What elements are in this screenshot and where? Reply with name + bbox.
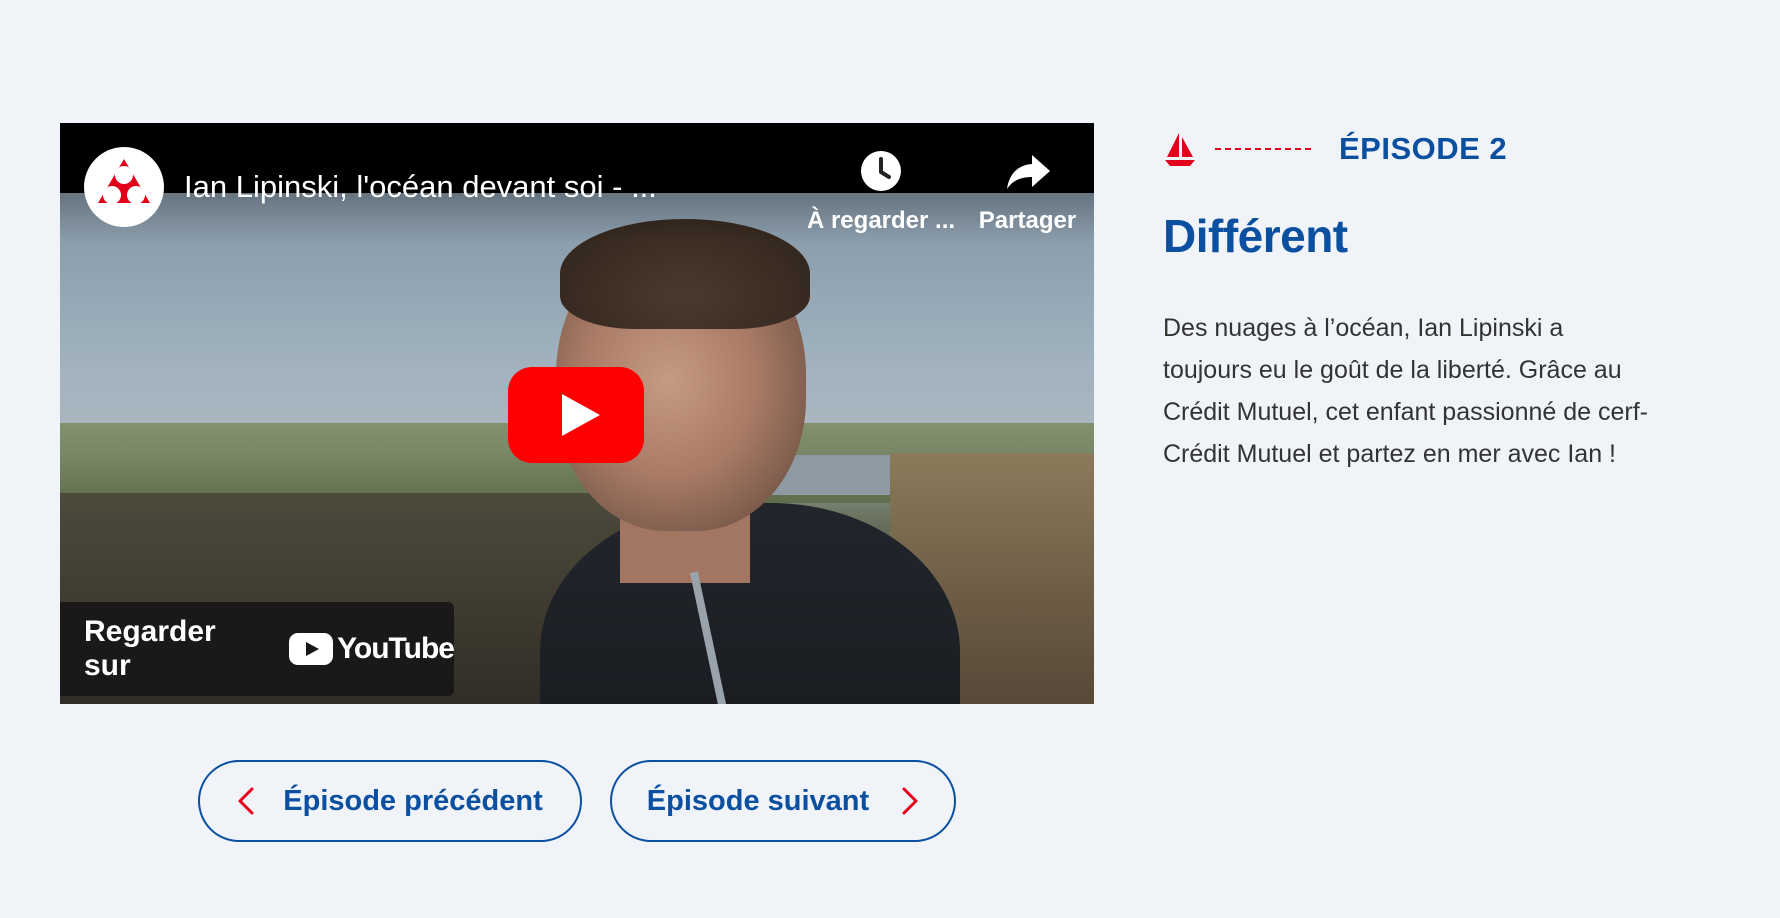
video-player[interactable]: Ian Lipinski, l'océan devant soi - ... À… bbox=[60, 123, 1094, 704]
episode-info-panel: ÉPISODE 2 Différent Des nuages à l’océan… bbox=[1163, 123, 1723, 475]
channel-avatar[interactable] bbox=[84, 147, 164, 227]
previous-episode-button[interactable]: Épisode précédent bbox=[198, 760, 582, 842]
next-episode-button[interactable]: Épisode suivant bbox=[610, 760, 956, 842]
next-episode-label: Épisode suivant bbox=[646, 784, 870, 817]
share-button[interactable]: Partager bbox=[970, 147, 1085, 235]
episode-description: Des nuages à l’océan, Ian Lipinski a tou… bbox=[1163, 307, 1723, 475]
youtube-logo: YouTube bbox=[289, 632, 455, 666]
description-line: Crédit Mutuel et partez en mer avec Ian … bbox=[1163, 440, 1616, 468]
chevron-right-icon bbox=[902, 787, 918, 815]
description-line: toujours eu le goût de la liberté. Grâce… bbox=[1163, 356, 1622, 384]
watch-on-youtube-button[interactable]: Regarder sur YouTube bbox=[60, 602, 455, 696]
video-title[interactable]: Ian Lipinski, l'océan devant soi - ... bbox=[184, 169, 744, 205]
share-label: Partager bbox=[978, 207, 1077, 234]
description-line: Des nuages à l’océan, Ian Lipinski a bbox=[1163, 314, 1564, 342]
share-arrow-icon bbox=[1006, 155, 1050, 189]
youtube-wordmark: YouTube bbox=[337, 632, 455, 665]
episode-number: ÉPISODE 2 bbox=[1339, 131, 1508, 166]
episode-header: ÉPISODE 2 bbox=[1163, 123, 1723, 175]
description-line: Crédit Mutuel, cet enfant passionné de c… bbox=[1163, 398, 1648, 426]
dashed-divider bbox=[1215, 148, 1311, 150]
episode-title: Différent bbox=[1163, 210, 1348, 262]
clock-icon bbox=[861, 151, 901, 191]
youtube-play-icon bbox=[289, 633, 334, 665]
watch-later-label: À regarder ... bbox=[806, 207, 956, 234]
play-button[interactable] bbox=[508, 367, 644, 463]
sailboat-icon bbox=[1165, 133, 1195, 166]
credit-mutuel-logo-icon bbox=[90, 153, 158, 221]
watch-on-label: Regarder sur bbox=[84, 615, 216, 682]
chevron-left-icon bbox=[238, 787, 254, 815]
previous-episode-label: Épisode précédent bbox=[283, 784, 543, 817]
watch-later-button[interactable]: À regarder ... bbox=[796, 147, 966, 235]
